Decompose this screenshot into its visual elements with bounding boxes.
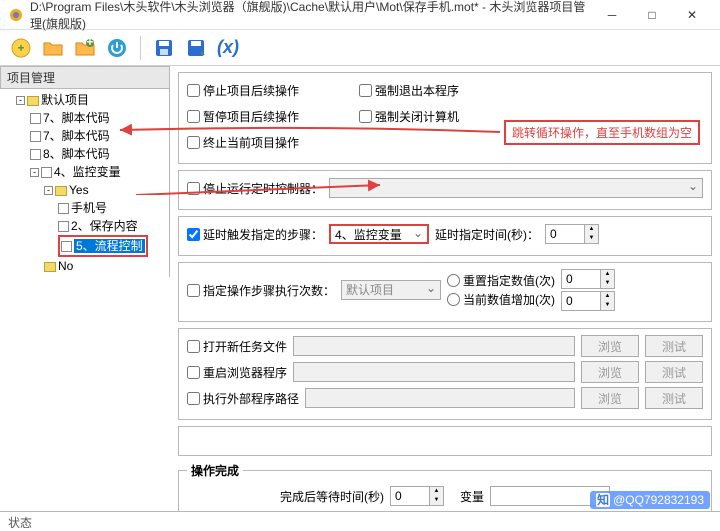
open-task-check[interactable]: 打开新任务文件 [187,338,287,355]
reset-count-radio[interactable]: 重置指定数值(次) [447,272,555,289]
item-icon [58,203,69,214]
group-actions: 停止项目后续操作 暂停项目后续操作 终止当前项目操作 强制退出本程序 强制关闭计… [178,72,712,164]
group-files: 打开新任务文件浏览测试 重启浏览器程序浏览测试 执行外部程序路径浏览测试 [178,328,712,420]
test-button-2: 测试 [645,361,703,383]
delay-time-label: 延时指定时间(秒)： [435,226,539,243]
browse-button-2: 浏览 [581,361,639,383]
save-as-button[interactable] [181,33,211,63]
stop-timer-check[interactable]: 停止运行定时控制器： [187,180,323,197]
project-tree[interactable]: -默认项目 7、脚本代码 7、脚本代码 8、脚本代码 -4、监控变量 -Yes … [0,89,170,277]
exec-count-check[interactable]: 指定操作步骤执行次数： [187,282,335,299]
complete-legend: 操作完成 [187,462,243,479]
item-icon [58,221,69,232]
new-project-button[interactable]: + [6,33,36,63]
tree-item-selected[interactable]: 5、流程控制 [74,239,145,253]
item-icon [41,167,52,178]
tree-panel-header: 项目管理 [0,66,170,89]
exec-count-select: 默认项目 [341,280,441,300]
tree-yes[interactable]: Yes [69,183,89,197]
app-icon [8,7,24,23]
zhihu-icon: 知 [596,493,610,507]
group-spacer [178,426,712,456]
exec-ext-check[interactable]: 执行外部程序路径 [187,390,299,407]
add-count-radio[interactable]: 当前数值增加(次) [447,291,555,308]
tree-item[interactable]: 8、脚本代码 [43,147,110,161]
tree-item[interactable]: 2、保存内容 [71,219,138,233]
folder-icon [44,262,56,272]
force-close-check[interactable]: 强制关闭计算机 [359,108,459,125]
tree-item[interactable]: 7、脚本代码 [43,129,110,143]
item-icon [61,241,72,252]
svg-text:+: + [86,37,93,49]
delay-time-spin[interactable]: ▲▼ [545,224,599,244]
group-timer: 停止运行定时控制器： [178,170,712,210]
test-button-3: 测试 [645,387,703,409]
tree-root[interactable]: 默认项目 [41,93,89,107]
collapse-icon[interactable]: - [44,186,53,195]
tree-item[interactable]: 手机号 [71,201,107,215]
wait-label: 完成后等待时间(秒) [280,488,384,505]
test-button-1: 测试 [645,335,703,357]
tree-item[interactable]: 4、监控变量 [54,165,121,179]
stop-timer-select [329,178,703,198]
reset-count-spin[interactable]: ▲▼ [561,269,615,289]
add-folder-button[interactable]: + [70,33,100,63]
force-quit-check[interactable]: 强制退出本程序 [359,82,459,99]
toolbar: + + (x) [0,30,720,66]
delay-step-select[interactable]: 4、监控变量 [329,224,429,244]
item-icon [30,149,41,160]
open-task-path [293,336,575,356]
end-current-check[interactable]: 终止当前项目操作 [187,134,299,151]
tree-highlight: 5、流程控制 [58,235,148,257]
browse-button-1: 浏览 [581,335,639,357]
window-title: D:\Program Files\木头软件\木头浏览器（旗舰版)\Cache\默… [30,0,592,32]
stop-after-check[interactable]: 停止项目后续操作 [187,82,299,99]
exec-ext-path [305,388,575,408]
project-icon [27,96,39,106]
group-delay: 延时触发指定的步骤： 4、监控变量 延时指定时间(秒)： ▲▼ [178,216,712,256]
close-button[interactable]: ✕ [672,1,712,29]
browse-button-3: 浏览 [581,387,639,409]
collapse-icon[interactable]: - [16,96,25,105]
titlebar: D:\Program Files\木头软件\木头浏览器（旗舰版)\Cache\默… [0,0,720,30]
folder-icon [55,186,67,196]
restart-path [293,362,575,382]
wait-spin[interactable]: ▲▼ [390,486,444,506]
collapse-icon[interactable]: - [30,168,39,177]
item-icon [30,113,41,124]
group-exec-count: 指定操作步骤执行次数： 默认项目 重置指定数值(次) 当前数值增加(次) ▲▼ … [178,262,712,322]
svg-text:+: + [17,41,24,55]
delay-step-check[interactable]: 延时触发指定的步骤： [187,226,323,243]
open-button[interactable] [38,33,68,63]
save-button[interactable] [149,33,179,63]
statusbar: 状态 [0,511,720,531]
toolbar-separator [140,36,141,60]
var-label: 变量 [460,488,484,505]
pause-after-check[interactable]: 暂停项目后续操作 [187,108,299,125]
variable-button[interactable]: (x) [213,33,243,63]
watermark: 知@QQ792832193 [590,491,710,509]
add-count-spin[interactable]: ▲▼ [561,291,615,311]
restart-browser-check[interactable]: 重启浏览器程序 [187,364,287,381]
annotation-callout: 跳转循环操作，直至手机数组为空 [504,120,700,145]
tree-no[interactable]: No [58,259,73,273]
item-icon [30,131,41,142]
maximize-button[interactable]: □ [632,1,672,29]
tree-item[interactable]: 7、脚本代码 [43,111,110,125]
minimize-button[interactable]: ─ [592,1,632,29]
power-button[interactable] [102,33,132,63]
